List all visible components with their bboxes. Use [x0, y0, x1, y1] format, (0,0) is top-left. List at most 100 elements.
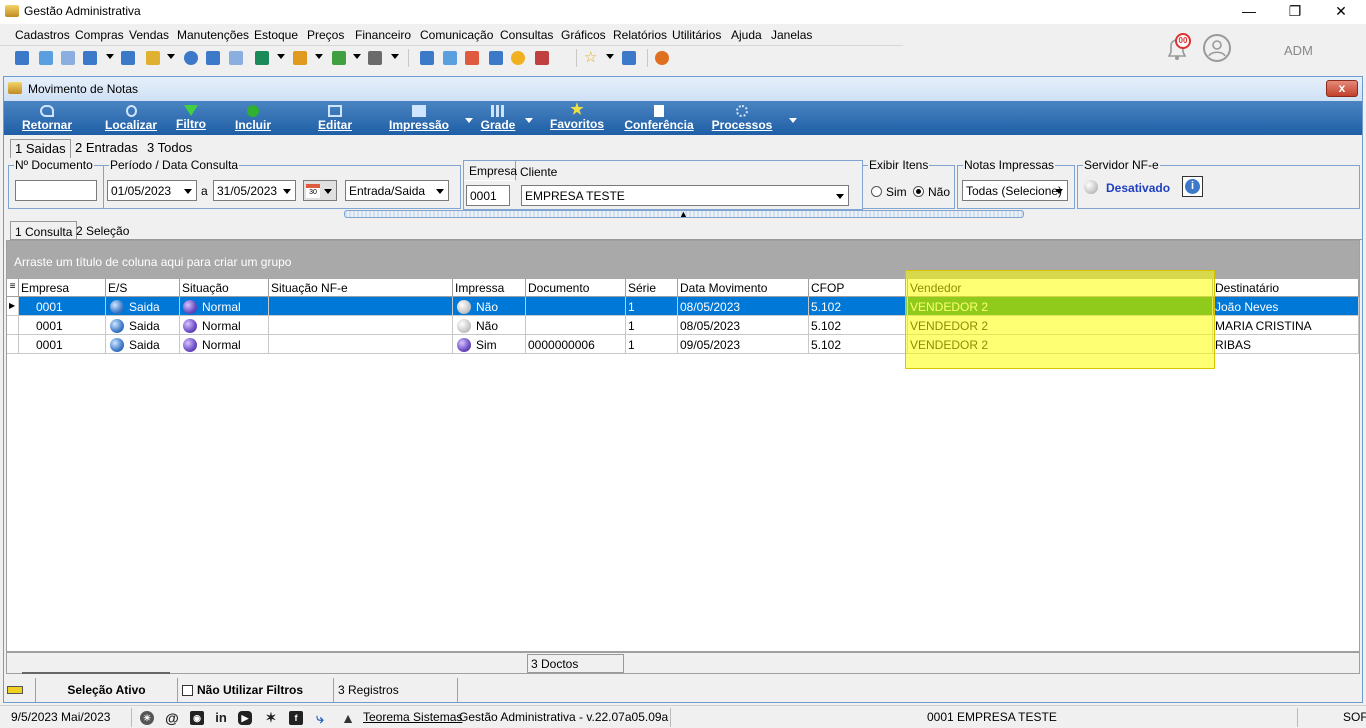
cell-es[interactable]: Saida — [106, 335, 180, 354]
menu-vendas[interactable]: Vendas — [129, 28, 169, 42]
folder-icon[interactable] — [146, 51, 160, 65]
cart-icon[interactable] — [255, 51, 269, 65]
menu-graficos[interactable]: Gráficos — [561, 28, 606, 42]
home-icon[interactable] — [15, 51, 29, 65]
minimize-button[interactable]: — — [1226, 0, 1272, 24]
menu-relatorios[interactable]: Relatórios — [613, 28, 667, 42]
cell-es[interactable]: Saida — [106, 297, 180, 316]
cell-impressa[interactable]: Não — [453, 297, 526, 316]
menu-ajuda[interactable]: Ajuda — [731, 28, 762, 42]
collapse-splitter[interactable]: ▲ — [344, 209, 1024, 219]
dropdown-arrow-icon[interactable] — [106, 54, 114, 59]
nao-utilizar-filtros[interactable]: Não Utilizar Filtros — [178, 678, 334, 702]
impressao-button[interactable]: Impressão — [384, 101, 454, 135]
calendar-button[interactable]: 30 — [303, 180, 337, 201]
restore-button[interactable]: ❐ — [1272, 0, 1318, 24]
grade-dropdown-icon[interactable] — [525, 118, 533, 123]
col-situacao[interactable]: Situação — [180, 279, 269, 297]
favoritos-button[interactable]: ★ Favoritos — [544, 101, 610, 135]
money-icon[interactable] — [206, 51, 220, 65]
cell-data-movimento[interactable]: 08/05/2023 — [678, 297, 809, 316]
cell-situacao-nfe[interactable] — [269, 316, 453, 335]
group-by-bar[interactable]: Arraste um título de coluna aqui para cr… — [7, 241, 1359, 279]
processos-button[interactable]: Processos — [710, 101, 774, 135]
dropdown-arrow-icon[interactable] — [277, 54, 285, 59]
support-icon[interactable]: ☀ — [140, 711, 154, 725]
cell-es[interactable]: Saida — [106, 316, 180, 335]
id-card-icon[interactable] — [229, 51, 243, 65]
radio-nao[interactable] — [913, 186, 924, 197]
tab-saidas[interactable]: 1 Saidas — [10, 139, 71, 158]
col-situacao-nfe[interactable]: Situação NF-e — [269, 279, 453, 297]
impressao-dropdown-icon[interactable] — [465, 118, 473, 123]
menu-cadastros[interactable]: Cadastros — [15, 28, 70, 42]
empresa-input[interactable]: 0001 — [466, 185, 510, 206]
cell-data-movimento[interactable]: 09/05/2023 — [678, 335, 809, 354]
dropdown-arrow-icon[interactable] — [606, 54, 614, 59]
conferencia-button[interactable]: Conferência — [624, 101, 694, 135]
menu-financeiro[interactable]: Financeiro — [355, 28, 411, 42]
teorema-sistemas-link[interactable]: Teorema Sistemas — [363, 710, 462, 724]
cell-situacao[interactable]: Normal — [180, 335, 269, 354]
child-close-button[interactable]: x — [1326, 80, 1358, 97]
box-icon[interactable] — [293, 51, 307, 65]
menu-janelas[interactable]: Janelas — [771, 28, 812, 42]
cell-serie[interactable]: 1 — [626, 316, 678, 335]
cell-serie[interactable]: 1 — [626, 335, 678, 354]
linkedin-icon[interactable]: in — [214, 711, 228, 725]
cell-situacao[interactable]: Normal — [180, 316, 269, 335]
cell-vendedor[interactable]: VENDEDOR 2 — [908, 297, 1213, 316]
cell-vendedor[interactable]: VENDEDOR 2 — [908, 335, 1213, 354]
tab-entradas[interactable]: 2 Entradas — [71, 139, 142, 158]
horizontal-scrollbar[interactable] — [22, 672, 170, 674]
tab-consulta[interactable]: 1 Consulta — [10, 221, 78, 241]
cell-cfop[interactable]: 5.102 — [809, 316, 908, 335]
filtro-button[interactable]: Filtro — [170, 101, 212, 135]
spreadsheet-icon[interactable] — [420, 51, 434, 65]
grade-button[interactable]: Grade — [477, 101, 519, 135]
dropdown-arrow-icon[interactable] — [391, 54, 399, 59]
email-icon[interactable]: @ — [165, 711, 179, 725]
tipo-select[interactable]: Entrada/Saida — [345, 180, 449, 201]
notas-impressas-select[interactable]: Todas (Selecione) — [962, 180, 1068, 201]
facebook-icon[interactable]: f — [289, 711, 303, 725]
twitter-icon[interactable]: ✶ — [264, 711, 278, 725]
col-documento[interactable]: Documento — [526, 279, 626, 297]
menu-compras[interactable]: Compras — [75, 28, 124, 42]
menu-precos[interactable]: Preços — [307, 28, 344, 42]
dropdown-arrow-icon[interactable] — [167, 54, 175, 59]
calendar-icon[interactable] — [465, 51, 479, 65]
users-icon[interactable] — [39, 51, 53, 65]
window-icon[interactable] — [622, 51, 636, 65]
cell-situacao[interactable]: Normal — [180, 297, 269, 316]
document-icon[interactable] — [83, 51, 97, 65]
star-icon[interactable]: ☆ — [584, 50, 598, 65]
cell-empresa[interactable]: 0001 — [19, 297, 106, 316]
tab-todos[interactable]: 3 Todos — [143, 139, 196, 158]
radio-sim[interactable] — [871, 186, 882, 197]
printer-icon[interactable] — [368, 51, 382, 65]
retornar-button[interactable]: Retornar — [14, 101, 80, 135]
card-icon[interactable] — [61, 51, 75, 65]
cell-vendedor[interactable]: VENDEDOR 2 — [908, 316, 1213, 335]
cell-cfop[interactable]: 5.102 — [809, 297, 908, 316]
col-data-movimento[interactable]: Data Movimento — [678, 279, 809, 297]
tab-selecao[interactable]: 2 Seleção — [72, 221, 133, 240]
clock-icon[interactable] — [511, 51, 525, 65]
col-destinatario[interactable]: Destinatário — [1213, 279, 1359, 297]
cell-impressa[interactable]: Sim — [453, 335, 526, 354]
cell-serie[interactable]: 1 — [626, 297, 678, 316]
cell-data-movimento[interactable]: 08/05/2023 — [678, 316, 809, 335]
cell-documento[interactable] — [526, 316, 626, 335]
truck-icon[interactable] — [332, 51, 346, 65]
info-button[interactable]: i — [1182, 176, 1203, 197]
cell-cfop[interactable]: 5.102 — [809, 335, 908, 354]
cell-situacao-nfe[interactable] — [269, 335, 453, 354]
cell-destinatario[interactable]: MARIA CRISTINA — [1213, 316, 1359, 335]
power-icon[interactable] — [655, 51, 669, 65]
col-serie[interactable]: Série — [626, 279, 678, 297]
col-impressa[interactable]: Impressa — [453, 279, 526, 297]
col-empresa[interactable]: Empresa — [19, 279, 106, 297]
editar-button[interactable]: Editar — [314, 101, 356, 135]
teorema-logo-icon[interactable]: ⤷ — [313, 711, 327, 725]
